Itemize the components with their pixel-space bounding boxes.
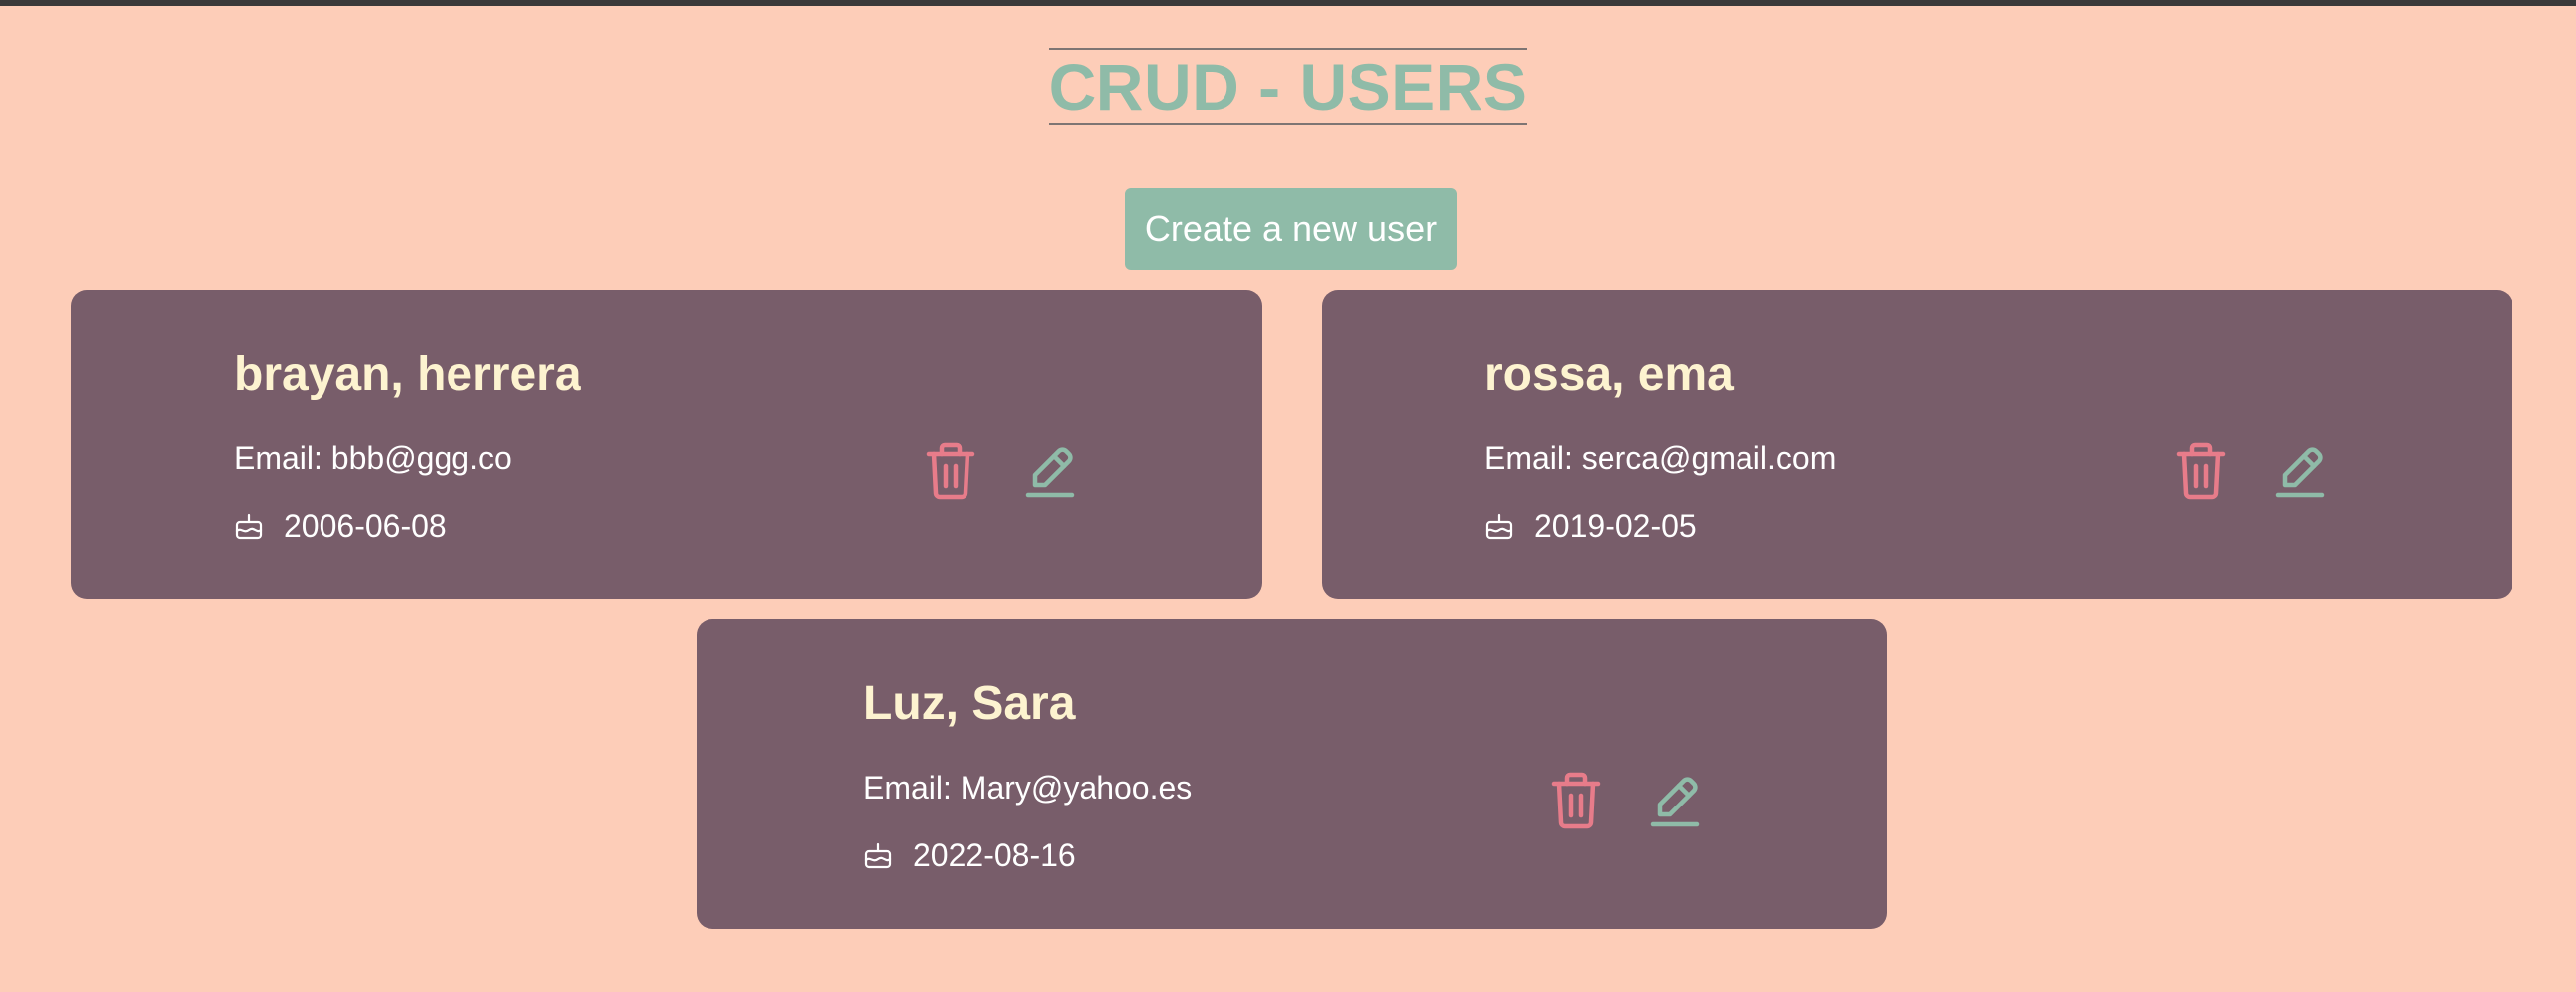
user-card: rossa, ema Email: serca@gmail.com 2019-0… [1322,290,2512,599]
top-border [0,0,2576,6]
delete-user-button[interactable] [923,440,978,500]
create-user-button[interactable]: Create a new user [1125,188,1457,270]
user-card: brayan, herrera Email: bbb@ggg.co 2006-0… [71,290,1262,599]
user-name: brayan, herrera [234,348,581,401]
edit-user-button[interactable] [1647,770,1703,829]
user-birthday: 2022-08-16 [863,835,1076,875]
edit-user-button[interactable] [1022,440,1078,500]
user-email: Email: Mary@yahoo.es [863,770,1193,806]
user-email: Email: serca@gmail.com [1484,440,1837,476]
delete-user-button[interactable] [1548,770,1604,829]
user-birthday: 2006-06-08 [234,506,447,546]
delete-user-button[interactable] [2173,440,2229,500]
user-birthday-value: 2022-08-16 [913,837,1076,873]
pencil-icon [2275,447,2325,498]
trash-icon [926,442,975,500]
user-name: rossa, ema [1484,348,1734,401]
user-birthday-value: 2006-06-08 [284,508,447,544]
cake-icon [863,840,893,870]
edit-user-button[interactable] [2272,440,2328,500]
user-name: Luz, Sara [863,678,1076,730]
pencil-icon [1025,447,1075,498]
trash-icon [2176,442,2226,500]
header: CRUD - USERS [0,48,2576,125]
user-birthday: 2019-02-05 [1484,506,1697,546]
page-title: CRUD - USERS [1048,48,1528,125]
pencil-icon [1650,777,1700,827]
cake-icon [1484,511,1514,541]
user-birthday-value: 2019-02-05 [1534,508,1697,544]
trash-icon [1551,772,1601,829]
cake-icon [234,511,264,541]
user-email: Email: bbb@ggg.co [234,440,512,476]
user-card: Luz, Sara Email: Mary@yahoo.es 2022-08-1… [697,619,1887,929]
